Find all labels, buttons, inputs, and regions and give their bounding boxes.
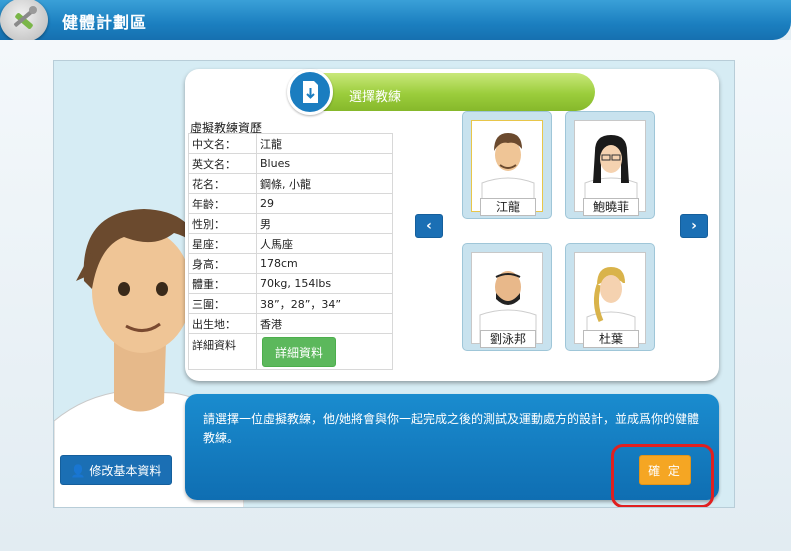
table-row: 英文名： Blues	[188, 153, 393, 174]
coach-selection-stage: 選擇教練 虛擬教練資歷 中文名： 江龍 英文名： Blues 花名： 鋼條, 小龍 年…	[53, 60, 735, 508]
row-value: 男	[256, 213, 393, 234]
row-key: 年齡：	[188, 193, 257, 214]
row-value: 38”，28”，34”	[256, 293, 393, 314]
row-value: 香港	[256, 313, 393, 334]
table-row: 性別：男	[188, 213, 393, 234]
row-key: 詳細資料	[188, 333, 257, 370]
row-key: 體重：	[188, 273, 257, 294]
row-value: 70kg, 154lbs	[256, 273, 393, 294]
confirm-highlight-ring	[611, 444, 714, 507]
table-row: 出生地： 香港	[188, 313, 393, 334]
app-header: 健體計劃區	[0, 0, 791, 42]
user-icon: 👤	[70, 464, 86, 478]
row-key: 花名：	[188, 173, 257, 194]
download-document-icon	[287, 69, 333, 115]
detail-button[interactable]: 詳細資料	[262, 337, 336, 367]
row-key: 中文名：	[188, 133, 257, 154]
coach-card-2[interactable]: 鮑曉菲	[565, 111, 655, 219]
table-row: 年齡： 29	[188, 193, 393, 214]
row-key: 出生地：	[188, 313, 257, 334]
coach-card-4[interactable]: 杜葉	[565, 243, 655, 351]
row-value: 鋼條, 小龍	[256, 173, 393, 194]
table-row: 中文名： 江龍	[188, 133, 393, 154]
table-row: 三圍： 38”，28”，34”	[188, 293, 393, 314]
row-value: 人馬座	[256, 233, 393, 254]
edit-profile-label: 修改基本資料	[89, 464, 162, 478]
table-row: 體重： 70kg, 154lbs	[188, 273, 393, 294]
edit-profile-button[interactable]: 👤 修改基本資料	[60, 455, 172, 485]
instruction-text: 請選擇一位虛擬教練，他/她將會與你一起完成之後的測試及運動處方的設計，並成爲你的…	[203, 412, 700, 445]
row-value: Blues	[256, 153, 393, 174]
coach-card-1[interactable]: 江龍	[462, 111, 552, 219]
row-key: 英文名：	[188, 153, 257, 174]
table-row: 身高： 178cm	[188, 253, 393, 274]
coach-name: 杜葉	[583, 330, 639, 348]
prev-coach-button[interactable]: ‹	[415, 214, 443, 238]
coach-name: 劉泳邦	[480, 330, 536, 348]
table-row: 花名： 鋼條, 小龍	[188, 173, 393, 194]
coach-name: 鮑曉菲	[583, 198, 639, 216]
row-value: 29	[256, 193, 393, 214]
table-row: 詳細資料 詳細資料	[188, 333, 393, 370]
tools-icon	[0, 0, 48, 42]
row-value: 江龍	[256, 133, 393, 154]
row-value: 詳細資料	[256, 333, 393, 370]
card-tab-bar	[289, 73, 595, 111]
page-title: 健體計劃區	[62, 13, 148, 32]
row-value: 178cm	[256, 253, 393, 274]
row-key: 三圍：	[188, 293, 257, 314]
row-key: 星座：	[188, 233, 257, 254]
coach-card-3[interactable]: 劉泳邦	[462, 243, 552, 351]
next-coach-button[interactable]: ›	[680, 214, 708, 238]
table-row: 星座： 人馬座	[188, 233, 393, 254]
card-tab-title: 選擇教練	[349, 90, 402, 105]
row-key: 性別：	[188, 213, 257, 234]
coach-name: 江龍	[480, 198, 536, 216]
row-key: 身高：	[188, 253, 257, 274]
coach-profile-table: 中文名： 江龍 英文名： Blues 花名： 鋼條, 小龍 年齡： 29 性別：男 星座…	[188, 133, 393, 370]
